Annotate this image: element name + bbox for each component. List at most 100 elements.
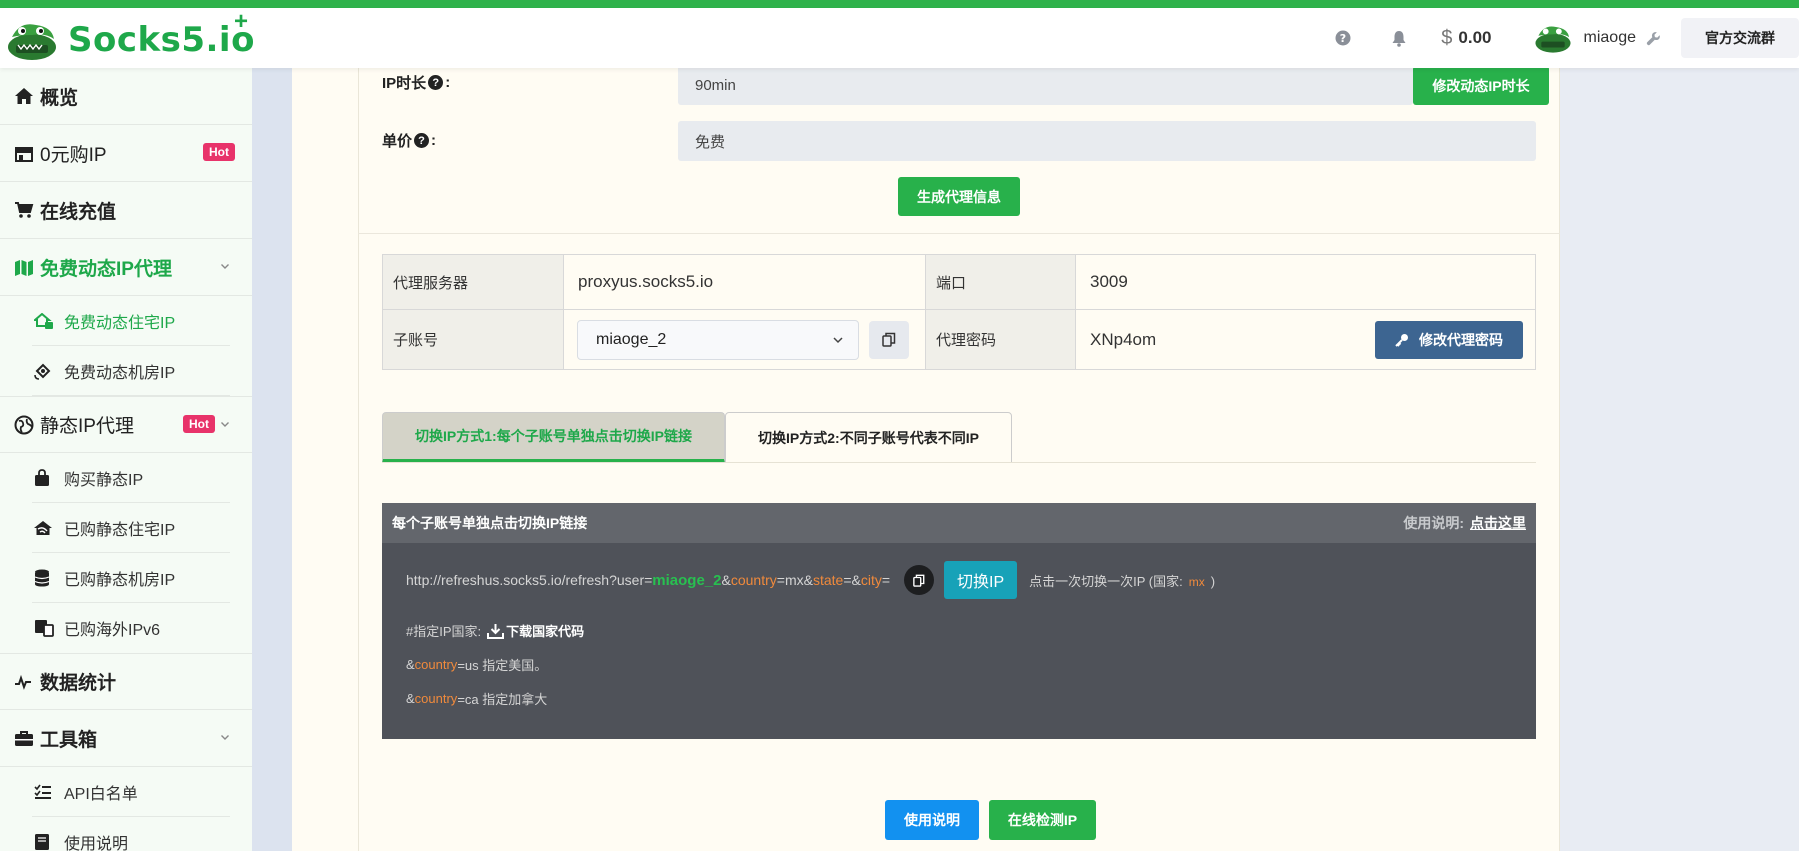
proxy-info-table: 代理服务器 proxyus.socks5.io 端口 3009 子账号 miao… [382, 254, 1536, 370]
help-link[interactable]: 点击这里 [1470, 515, 1526, 531]
price-field: 免费 [678, 121, 1536, 161]
sidebar-label-free-residential: 免费动态住宅IP [64, 315, 176, 332]
download-icon [487, 623, 505, 639]
url-user: miaoge_2 [652, 571, 722, 589]
note-prefix: 点击一次切换一次IP (国家: [1029, 573, 1183, 589]
dollar-icon: $ [1441, 26, 1453, 49]
refresh-link-panel: 每个子账号单独点击切换IP链接 使用说明: 点击这里 http://refresh… [382, 503, 1536, 739]
check-ip-button[interactable]: 在线检测IP [989, 800, 1096, 840]
modify-password-button[interactable]: 修改代理密码 [1375, 320, 1523, 359]
generate-proxy-button[interactable]: 生成代理信息 [898, 177, 1020, 216]
sidebar-item-static[interactable]: 静态IP代理 Hot [0, 396, 252, 453]
help-button[interactable]: ? [1315, 8, 1371, 68]
copy-icon [913, 574, 925, 587]
brand-logo[interactable]: Socks5.io + [6, 8, 255, 66]
sidebar: 概览 0元购IP Hot 在线充值 免费动态IP代理 免费动态住宅IP 免费动态… [0, 68, 252, 851]
download-country-codes-link[interactable]: 下载国家代码 [481, 621, 584, 640]
key-icon [1395, 333, 1408, 347]
sidebar-label-buy-static: 购买静态IP [64, 472, 144, 489]
ip-duration-text: IP时长 [382, 75, 427, 92]
sidebar-item-zero-buy[interactable]: 0元购IP Hot [0, 125, 252, 182]
table-row: 代理服务器 proxyus.socks5.io 端口 3009 [382, 254, 1536, 310]
balance-display[interactable]: $ 0.00 [1427, 27, 1513, 50]
help-label: 使用说明: [1403, 515, 1464, 531]
house-signal-icon [34, 520, 64, 537]
official-group-button[interactable]: 官方交流群 [1681, 18, 1799, 58]
database-icon [34, 569, 64, 587]
wrench-icon[interactable] [1646, 31, 1661, 46]
panel-header: 每个子账号单独点击切换IP链接 使用说明: 点击这里 [382, 503, 1536, 543]
user-menu[interactable]: miaoge [1514, 8, 1681, 68]
sidebar-item-recharge[interactable]: 在线充值 [0, 182, 252, 239]
sidebar-item-free-dynamic[interactable]: 免费动态IP代理 [0, 239, 252, 296]
server-label: 代理服务器 [382, 254, 564, 310]
sidebar-item-free-datacenter[interactable]: 免费动态机房IP [0, 346, 252, 396]
panel-title: 每个子账号单独点击切换IP链接 [392, 515, 588, 531]
tab-switch-method-2[interactable]: 切换IP方式2:不同子账号代表不同IP [725, 412, 1012, 463]
sidebar-label-static-datacenter: 已购静态机房IP [64, 572, 176, 589]
port-label: 端口 [925, 254, 1076, 310]
switch-ip-button[interactable]: 切换IP [944, 561, 1018, 599]
balance-value: 0.00 [1458, 28, 1492, 47]
sidebar-item-static-residential[interactable]: 已购静态住宅IP [0, 503, 252, 553]
colon: : [431, 132, 437, 149]
notifications-button[interactable] [1371, 8, 1427, 68]
password-value[interactable]: XNp4om [1090, 330, 1156, 350]
price-label: 单价 ? : [382, 130, 436, 151]
url-state-key: state [812, 571, 844, 588]
subaccount-select[interactable]: miaoge_2 [577, 319, 859, 360]
note-suffix: ) [1210, 573, 1216, 589]
sidebar-item-ipv6[interactable]: 已购海外IPv6 [0, 603, 252, 653]
bell-icon [1392, 30, 1406, 47]
satellite-icon [34, 362, 64, 380]
example-ca-text: =ca 指定加拿大 [457, 692, 548, 707]
hint-label: #指定IP国家: [406, 624, 482, 639]
ip-duration-field[interactable]: 90min [678, 65, 1413, 105]
sidebar-label-toolbox: 工具箱 [40, 729, 98, 751]
shopping-bag-icon [34, 469, 64, 487]
sidebar-label-overview: 概览 [40, 87, 79, 109]
house-network-icon [34, 312, 64, 330]
sidebar-label-free-dynamic: 免费动态IP代理 [40, 258, 172, 280]
manual-button[interactable]: 使用说明 [885, 800, 979, 840]
refresh-url[interactable]: http://refreshus.socks5.io/refresh?user=… [406, 572, 890, 589]
brand-name: Socks5.io [68, 20, 255, 60]
home-icon [14, 87, 40, 105]
panel-help: 使用说明: 点击这里 [1403, 513, 1526, 533]
avatar [1534, 19, 1572, 57]
sidebar-item-toolbox[interactable]: 工具箱 [0, 710, 252, 767]
example-us-text: =us 指定美国。 [457, 658, 548, 673]
question-icon[interactable]: ? [414, 133, 430, 148]
sidebar-item-api-whitelist[interactable]: API白名单 [0, 767, 252, 817]
hot-badge: Hot [183, 415, 215, 433]
tab-divider [382, 462, 1536, 463]
chevron-down-icon [221, 264, 229, 269]
download-label: 下载国家代码 [506, 624, 585, 639]
server-value[interactable]: proxyus.socks5.io [563, 254, 926, 310]
copy-icon [882, 332, 896, 347]
subaccount-value: miaoge_2 [596, 330, 667, 348]
sidebar-item-overview[interactable]: 概览 [0, 68, 252, 125]
url-country-key: country [730, 571, 777, 588]
country-hint: #指定IP国家: 下载国家代码 [406, 621, 584, 640]
price-value: 免费 [695, 133, 726, 151]
copy-subaccount-button[interactable] [869, 320, 909, 359]
sidebar-item-static-datacenter[interactable]: 已购静态机房IP [0, 553, 252, 603]
sidebar-item-manual[interactable]: 使用说明 [0, 817, 252, 851]
tab-switch-method-1[interactable]: 切换IP方式1:每个子账号单独点击切换IP链接 [382, 412, 725, 463]
sidebar-item-buy-static[interactable]: 购买静态IP [0, 453, 252, 503]
copy-url-button[interactable] [904, 565, 935, 595]
sidebar-edge [252, 68, 292, 851]
sidebar-item-free-residential[interactable]: 免费动态住宅IP [0, 296, 252, 346]
sidebar-item-stats[interactable]: 数据统计 [0, 653, 252, 710]
example-ca: & country =ca 指定加拿大 [406, 689, 547, 708]
country-key: country [414, 657, 458, 672]
sidebar-label-ipv6: 已购海外IPv6 [64, 622, 161, 639]
url-city-eq: = [881, 571, 891, 588]
modify-duration-button[interactable]: 修改动态IP时长 [1413, 66, 1549, 105]
url-prefix: http://refreshus.socks5.io/refresh?user= [406, 571, 653, 588]
port-value[interactable]: 3009 [1075, 254, 1536, 310]
question-icon[interactable]: ? [428, 75, 444, 90]
book-icon [34, 833, 64, 851]
activity-icon [14, 674, 40, 690]
